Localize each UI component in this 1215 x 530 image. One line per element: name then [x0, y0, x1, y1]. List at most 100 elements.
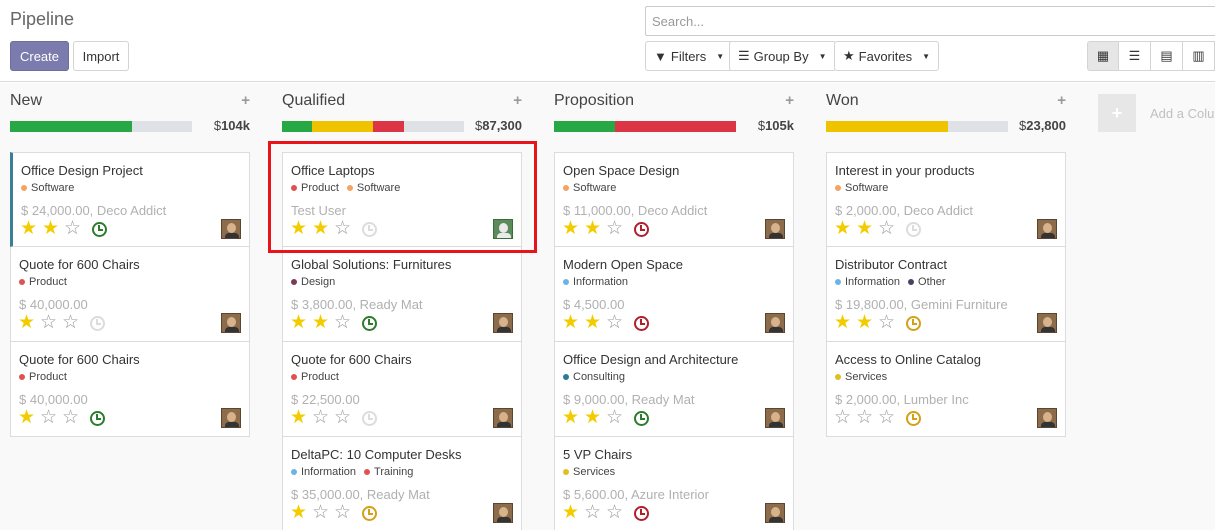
- column-progress-bar[interactable]: [282, 121, 464, 132]
- column-progress-bar[interactable]: [826, 121, 1008, 132]
- priority-star-icon[interactable]: ★: [562, 408, 584, 428]
- priority-star-icon[interactable]: ☆: [62, 408, 84, 428]
- opportunity-card[interactable]: Quote for 600 Chairs Product $ 22,500.00 ★ ☆…: [282, 342, 522, 437]
- priority-star-icon[interactable]: ★: [18, 408, 40, 428]
- progress-segment[interactable]: [312, 121, 373, 132]
- priority-star-icon[interactable]: ★: [856, 313, 878, 333]
- priority-star-icon[interactable]: ☆: [606, 408, 628, 428]
- quick-create-icon[interactable]: +: [513, 92, 522, 109]
- calendar-view-button[interactable]: ▤: [1151, 41, 1183, 71]
- opportunity-card[interactable]: Open Space Design Software $ 11,000.00, De…: [554, 152, 794, 247]
- priority-star-icon[interactable]: ★: [312, 313, 334, 333]
- priority-star-icon[interactable]: ☆: [834, 408, 856, 428]
- priority-star-icon[interactable]: ☆: [878, 313, 900, 333]
- priority-star-icon[interactable]: ★: [562, 313, 584, 333]
- priority-star-icon[interactable]: ★: [290, 408, 312, 428]
- priority-star-icon[interactable]: ★: [584, 219, 606, 239]
- activity-clock-icon[interactable]: [90, 316, 105, 331]
- activity-clock-icon[interactable]: [906, 316, 921, 331]
- opportunity-card[interactable]: Quote for 600 Chairs Product $ 40,000.00 ★ ☆…: [10, 342, 250, 437]
- column-title[interactable]: Won: [826, 92, 859, 110]
- priority-star-icon[interactable]: ★: [18, 313, 40, 333]
- progress-segment[interactable]: [372, 121, 404, 132]
- priority-star-icon[interactable]: ☆: [334, 503, 356, 523]
- priority-star-icon[interactable]: ★: [42, 219, 64, 239]
- add-column-button[interactable]: +: [1098, 94, 1136, 132]
- priority-star-icon[interactable]: ★: [312, 219, 334, 239]
- column-title[interactable]: Proposition: [554, 92, 634, 110]
- activity-clock-icon[interactable]: [634, 506, 649, 521]
- list-view-button[interactable]: ☰: [1119, 41, 1151, 71]
- priority-star-icon[interactable]: ☆: [40, 313, 62, 333]
- activity-clock-icon[interactable]: [906, 222, 921, 237]
- column-progress-bar[interactable]: [554, 121, 736, 132]
- priority-star-icon[interactable]: ☆: [334, 219, 356, 239]
- activity-clock-icon[interactable]: [90, 411, 105, 426]
- opportunity-card[interactable]: Global Solutions: Furnitures Design $ 3,80…: [282, 247, 522, 342]
- progress-segment[interactable]: [282, 121, 313, 132]
- activity-clock-icon[interactable]: [362, 411, 377, 426]
- group-by-button[interactable]: ☰ Group By ▼: [729, 41, 836, 71]
- priority-star-icon[interactable]: ★: [20, 219, 42, 239]
- activity-clock-icon[interactable]: [92, 222, 107, 237]
- priority-star-icon[interactable]: ★: [834, 313, 856, 333]
- priority-star-icon[interactable]: ☆: [584, 503, 606, 523]
- opportunity-card[interactable]: Interest in your products Software $ 2,000…: [826, 152, 1066, 247]
- activity-clock-icon[interactable]: [362, 316, 377, 331]
- priority-star-icon[interactable]: ☆: [606, 313, 628, 333]
- quick-create-icon[interactable]: +: [241, 92, 250, 109]
- opportunity-card[interactable]: Quote for 600 Chairs Product $ 40,000.00 ★ ☆…: [10, 247, 250, 342]
- activity-clock-icon[interactable]: [634, 222, 649, 237]
- priority-star-icon[interactable]: ★: [290, 313, 312, 333]
- priority-star-icon[interactable]: ☆: [856, 408, 878, 428]
- opportunity-card[interactable]: Office Design Project Software $ 24,000.00…: [10, 152, 250, 247]
- create-button[interactable]: Create: [10, 41, 69, 71]
- filters-button[interactable]: ▼ Filters ▼: [645, 41, 734, 71]
- priority-star-icon[interactable]: ☆: [606, 503, 628, 523]
- priority-star-icon[interactable]: ☆: [878, 219, 900, 239]
- priority-star-icon[interactable]: ★: [834, 219, 856, 239]
- priority-star-icon[interactable]: ★: [290, 219, 312, 239]
- column-progress-bar[interactable]: [10, 121, 192, 132]
- priority-star-icon[interactable]: ☆: [62, 313, 84, 333]
- priority-star-icon[interactable]: ★: [562, 219, 584, 239]
- priority-star-icon[interactable]: ☆: [334, 313, 356, 333]
- activity-clock-icon[interactable]: [634, 316, 649, 331]
- search-input[interactable]: Search...: [645, 6, 1215, 36]
- opportunity-card[interactable]: 5 VP Chairs Services $ 5,600.00, Azure Int…: [554, 437, 794, 530]
- add-column-label[interactable]: Add a Colu: [1150, 106, 1214, 121]
- priority-star-icon[interactable]: ★: [562, 503, 584, 523]
- favorites-button[interactable]: ★ Favorites ▼: [834, 41, 940, 71]
- priority-star-icon[interactable]: ☆: [334, 408, 356, 428]
- column-title[interactable]: Qualified: [282, 92, 345, 110]
- opportunity-card[interactable]: Modern Open Space Information $ 4,500.00 ★ ★…: [554, 247, 794, 342]
- activity-clock-icon[interactable]: [634, 411, 649, 426]
- opportunity-card[interactable]: Distributor Contract Information Other $ 19…: [826, 247, 1066, 342]
- opportunity-card[interactable]: Access to Online Catalog Services $ 2,000.…: [826, 342, 1066, 437]
- priority-star-icon[interactable]: ☆: [606, 219, 628, 239]
- import-button[interactable]: Import: [73, 41, 129, 71]
- opportunity-card[interactable]: Office Design and Architecture Consulting…: [554, 342, 794, 437]
- priority-star-icon[interactable]: ★: [290, 503, 312, 523]
- quick-create-icon[interactable]: +: [1057, 92, 1066, 109]
- progress-segment[interactable]: [10, 121, 132, 132]
- opportunity-card[interactable]: DeltaPC: 10 Computer Desks Information Tra…: [282, 437, 522, 530]
- quick-create-icon[interactable]: +: [785, 92, 794, 109]
- priority-star-icon[interactable]: ☆: [878, 408, 900, 428]
- column-title[interactable]: New: [10, 92, 42, 110]
- priority-star-icon[interactable]: ★: [584, 313, 606, 333]
- progress-segment[interactable]: [614, 121, 736, 132]
- activity-clock-icon[interactable]: [906, 411, 921, 426]
- progress-segment[interactable]: [554, 121, 615, 132]
- pivot-view-button[interactable]: ▥: [1183, 41, 1215, 71]
- priority-star-icon[interactable]: ☆: [312, 503, 334, 523]
- activity-clock-icon[interactable]: [362, 222, 377, 237]
- priority-star-icon[interactable]: ☆: [312, 408, 334, 428]
- priority-star-icon[interactable]: ☆: [64, 219, 86, 239]
- priority-star-icon[interactable]: ☆: [40, 408, 62, 428]
- opportunity-card[interactable]: Office Laptops Product Software Test User ★ ★…: [282, 152, 522, 247]
- progress-segment[interactable]: [826, 121, 948, 132]
- priority-star-icon[interactable]: ★: [584, 408, 606, 428]
- kanban-view-button[interactable]: ▦: [1087, 41, 1119, 71]
- activity-clock-icon[interactable]: [362, 506, 377, 521]
